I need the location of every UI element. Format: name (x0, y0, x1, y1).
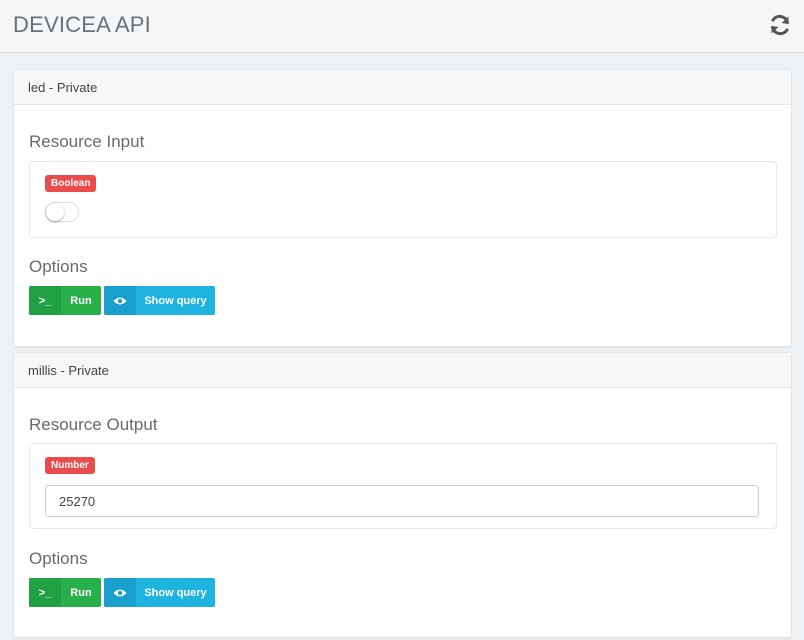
output-value-field[interactable] (45, 485, 759, 517)
resource-panel-led: led - Private Resource Input Boolean Opt… (13, 69, 792, 347)
options-title: Options (29, 549, 88, 568)
refresh-icon[interactable] (768, 13, 792, 37)
app-title: DEVICEA API (13, 12, 151, 37)
show-query-button[interactable]: Show query (104, 286, 215, 315)
show-query-label: Show query (144, 294, 207, 307)
show-query-button[interactable]: Show query (104, 578, 215, 607)
toggle-knob (46, 203, 64, 221)
show-query-label: Show query (144, 586, 207, 599)
type-badge: Boolean (45, 175, 97, 192)
section-title-output: Resource Output (29, 415, 158, 434)
run-label: Run (70, 294, 92, 307)
resource-panel-millis: millis - Private Resource Output Number … (13, 352, 792, 638)
section-title-input: Resource Input (29, 132, 145, 151)
eye-icon (104, 578, 136, 607)
terminal-icon: >_ (29, 578, 61, 607)
panel-heading: led - Private (14, 70, 791, 105)
options-title: Options (29, 257, 88, 276)
type-badge: Number (45, 457, 95, 474)
panel-heading: millis - Private (14, 353, 791, 388)
terminal-icon: >_ (29, 286, 61, 315)
run-label: Run (70, 586, 92, 599)
boolean-toggle[interactable] (45, 202, 79, 222)
output-box: Number (29, 443, 777, 529)
input-box: Boolean (29, 161, 777, 238)
app-header: DEVICEA API (0, 0, 804, 53)
run-button[interactable]: >_ Run (29, 286, 101, 315)
eye-icon (104, 286, 136, 315)
run-button[interactable]: >_ Run (29, 578, 101, 607)
